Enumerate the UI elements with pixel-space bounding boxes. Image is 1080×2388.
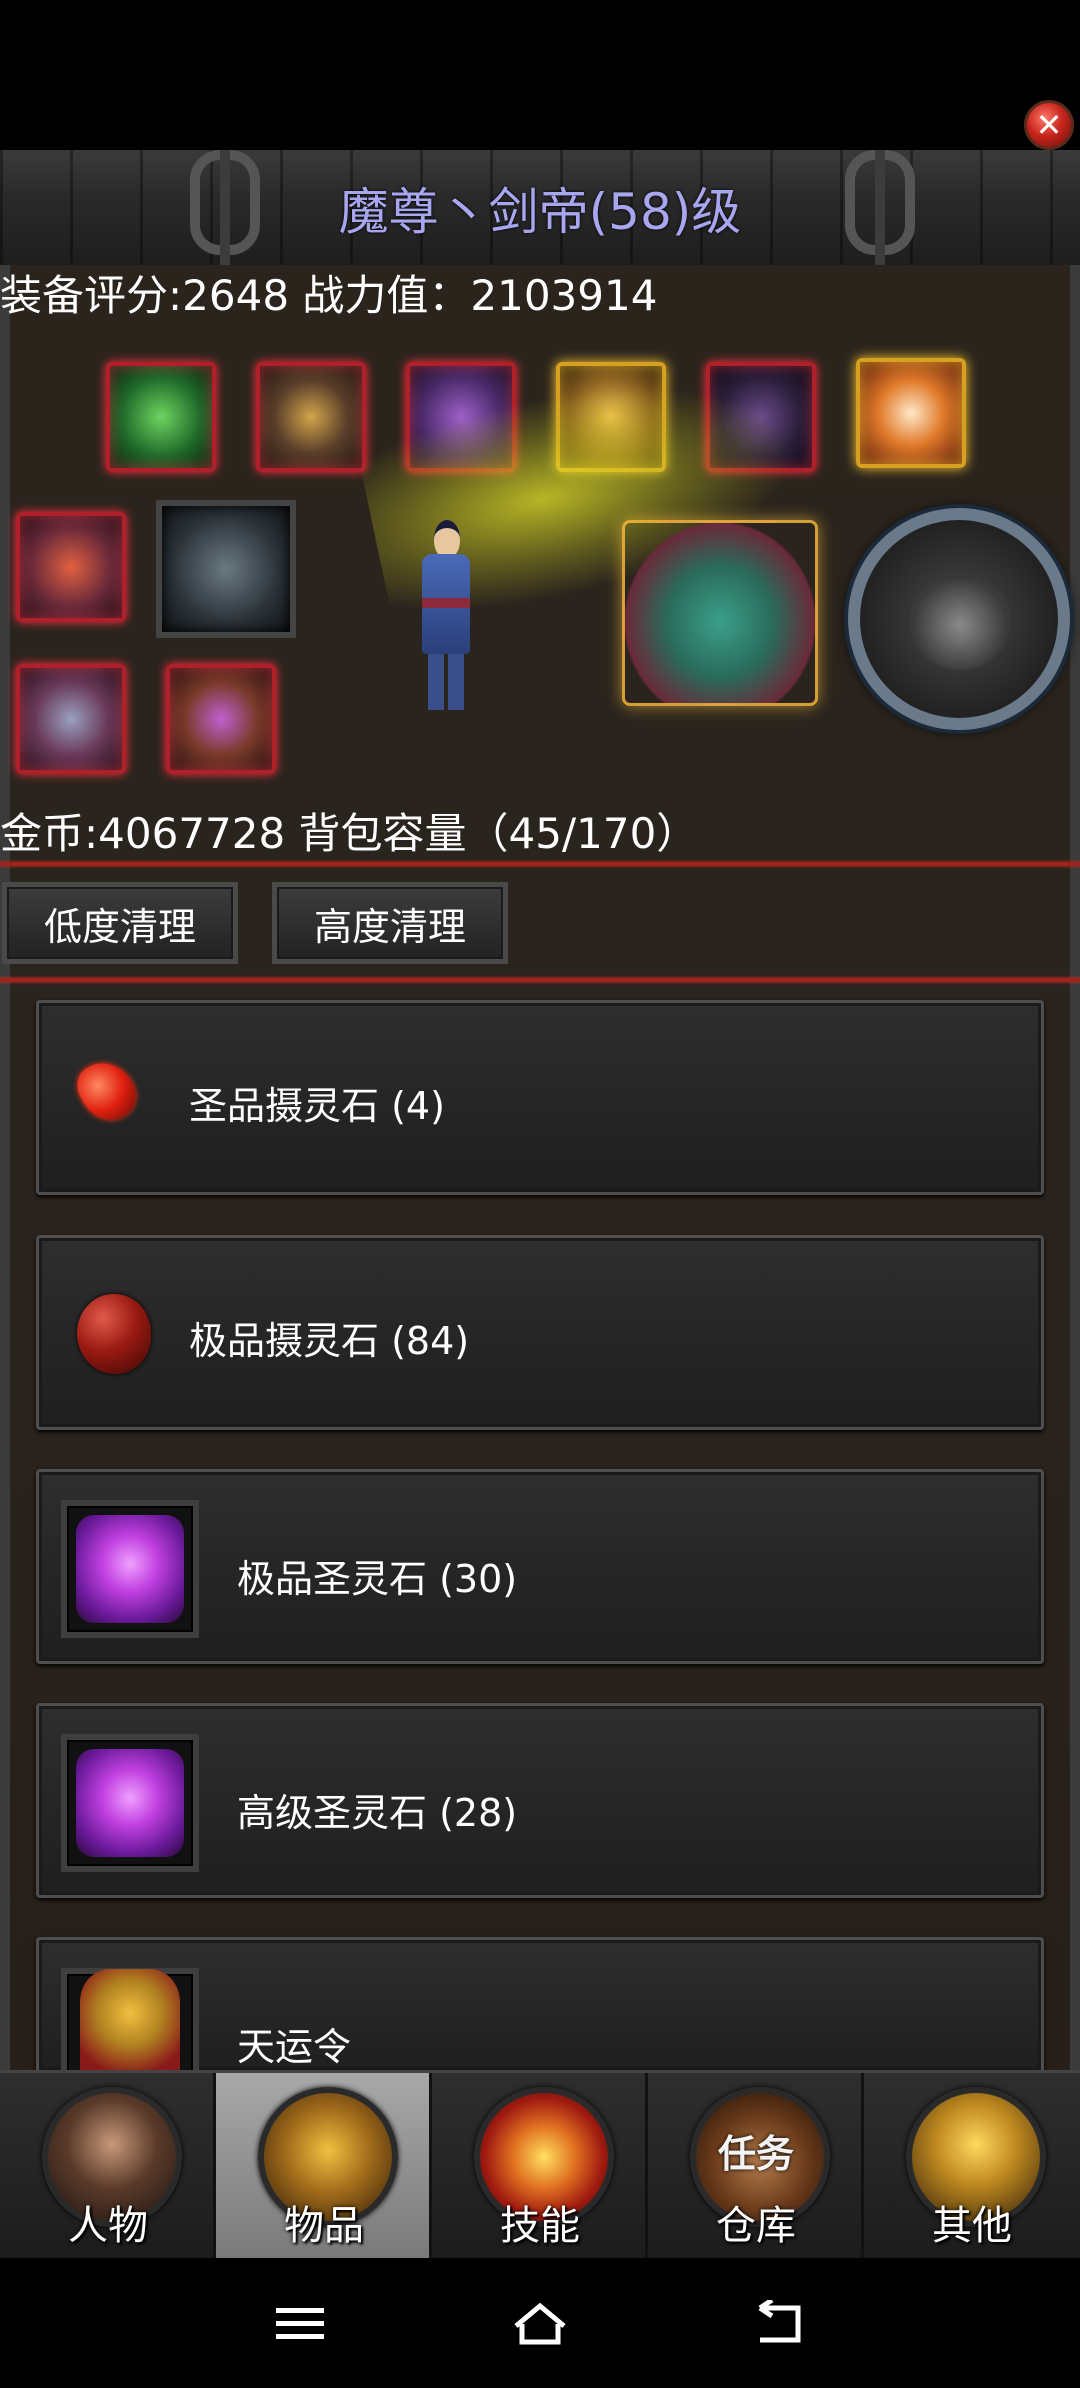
list-item[interactable]: 天运令 bbox=[36, 1937, 1044, 2079]
list-item[interactable]: 极品圣灵石 (30) bbox=[36, 1469, 1044, 1664]
equip-slot-pet[interactable] bbox=[856, 358, 966, 468]
character-title: 魔尊丶剑帝(58)级 bbox=[338, 183, 742, 241]
item-name: 高级圣灵石 (28) bbox=[237, 1791, 518, 1835]
nav-label: 技能 bbox=[500, 2203, 580, 2249]
separator-top bbox=[0, 862, 1080, 866]
equip-slot-helmet[interactable] bbox=[106, 362, 216, 472]
list-item[interactable]: 圣品摄灵石 (4) bbox=[36, 1000, 1044, 1195]
red-orb-icon bbox=[77, 1294, 151, 1374]
purple-gem-icon bbox=[61, 1734, 199, 1872]
equip-slot-sword[interactable] bbox=[156, 500, 296, 638]
nav-tab-character[interactable]: 人物 bbox=[0, 2073, 216, 2258]
close-icon: ✕ bbox=[1035, 106, 1063, 144]
item-name: 天运令 bbox=[237, 2025, 352, 2069]
item-name: 极品圣灵石 (30) bbox=[237, 1557, 518, 1601]
close-button[interactable]: ✕ bbox=[1024, 100, 1074, 150]
item-name: 圣品摄灵石 (4) bbox=[189, 1084, 445, 1128]
list-item[interactable]: 高级圣灵石 (28) bbox=[36, 1703, 1044, 1898]
tiger-emblem[interactable] bbox=[848, 508, 1070, 730]
equipment-score: 装备评分:2648 战力值：2103914 bbox=[0, 271, 658, 320]
nav-overlay-text: 任务 bbox=[717, 2132, 794, 2176]
equip-slot-ring-left[interactable] bbox=[16, 664, 126, 774]
nav-tab-other[interactable]: 其他 bbox=[864, 2073, 1080, 2258]
separator-bottom bbox=[0, 978, 1080, 982]
pet-dragon[interactable] bbox=[622, 520, 818, 706]
item-name: 极品摄灵石 (84) bbox=[189, 1319, 470, 1363]
nav-label: 物品 bbox=[284, 2203, 364, 2249]
equip-slot-armor[interactable] bbox=[256, 362, 366, 472]
back-icon[interactable] bbox=[750, 2300, 810, 2348]
nav-label: 人物 bbox=[68, 2203, 148, 2249]
token-icon bbox=[61, 1968, 199, 2079]
character-avatar bbox=[414, 520, 478, 710]
gold-and-bag-capacity: 金币:4067728 背包容量（45/170） bbox=[0, 809, 699, 858]
equip-slot-ring-right[interactable] bbox=[166, 664, 276, 774]
nav-tab-warehouse[interactable]: 任务 仓库 bbox=[648, 2073, 864, 2258]
nav-tab-skills[interactable]: 技能 bbox=[432, 2073, 648, 2258]
list-item[interactable]: 极品摄灵石 (84) bbox=[36, 1235, 1044, 1430]
nav-label: 其他 bbox=[932, 2203, 1012, 2249]
equip-slot-mount[interactable] bbox=[16, 512, 126, 622]
nav-tab-items[interactable]: 物品 bbox=[216, 2073, 432, 2258]
red-gem-icon bbox=[69, 1052, 145, 1130]
menu-icon[interactable] bbox=[270, 2300, 330, 2348]
low-clean-button[interactable]: 低度清理 bbox=[2, 882, 238, 964]
bottom-nav: 人物 物品 技能 任务 仓库 其他 bbox=[0, 2070, 1080, 2258]
nav-label: 仓库 bbox=[716, 2203, 796, 2249]
high-clean-button[interactable]: 高度清理 bbox=[272, 882, 508, 964]
home-icon[interactable] bbox=[510, 2300, 570, 2348]
purple-gem-icon bbox=[61, 1500, 199, 1638]
